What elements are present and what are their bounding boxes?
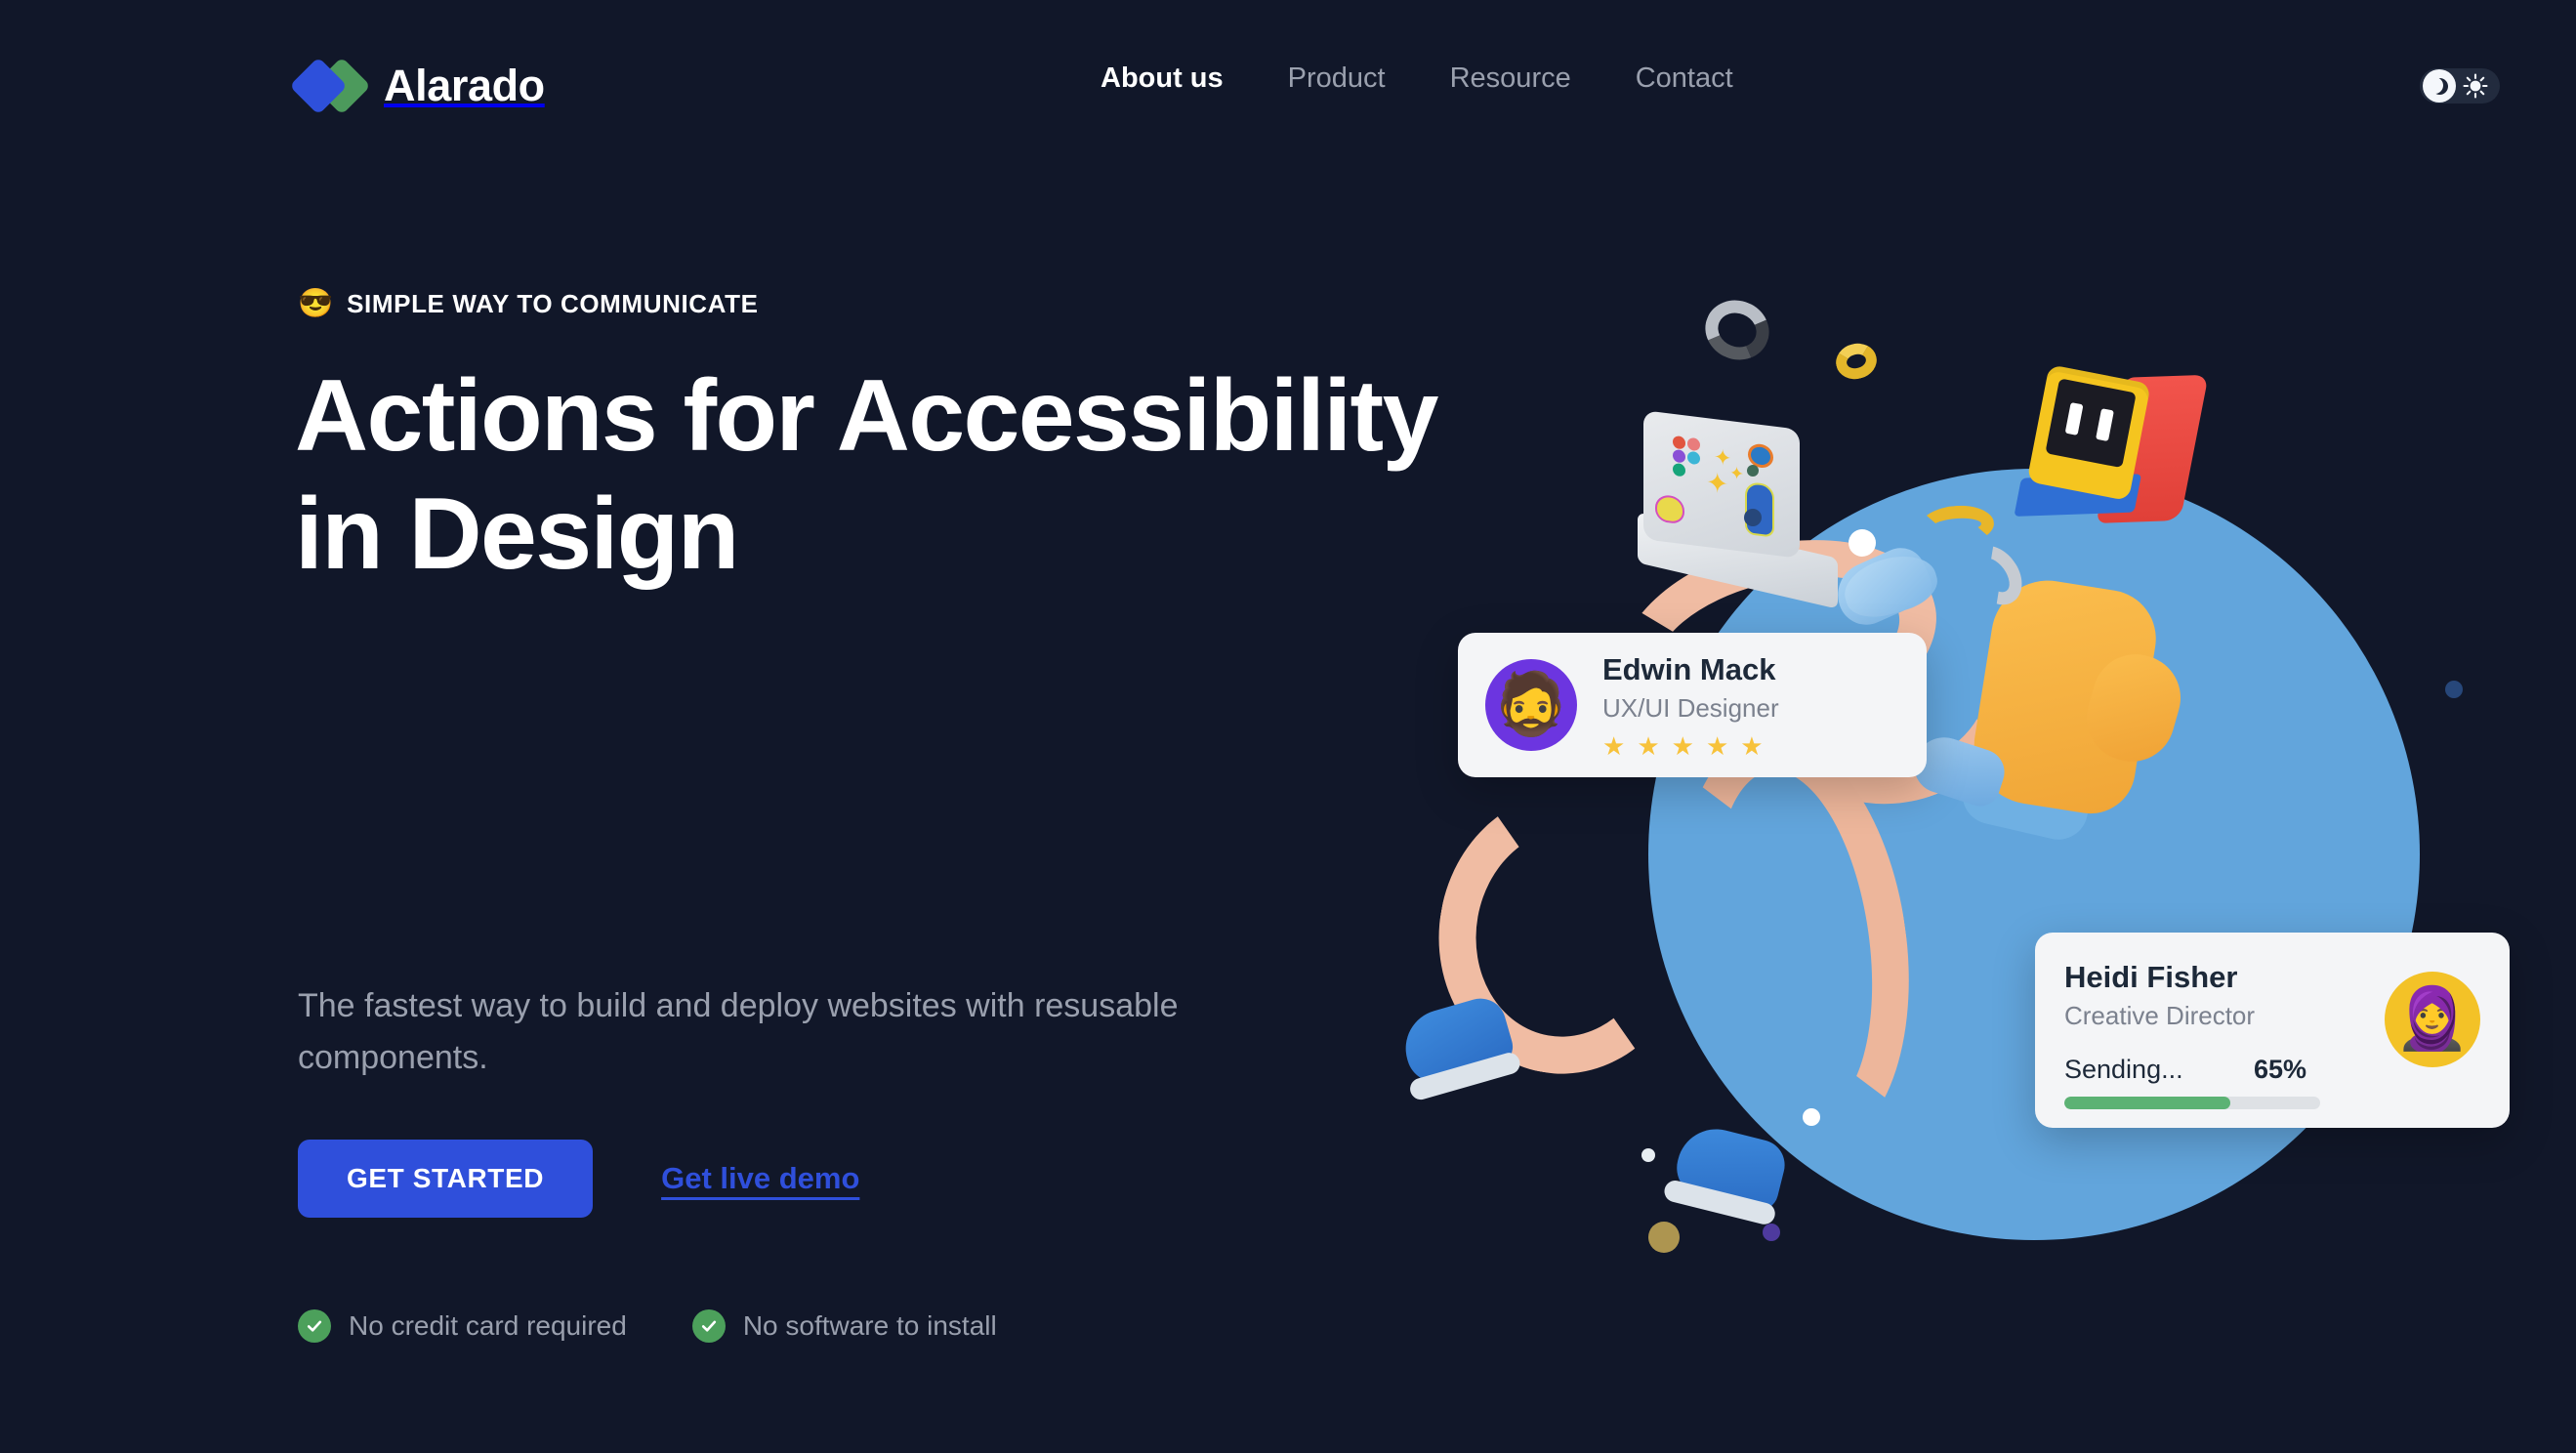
hero-cta-row: GET STARTED Get live demo <box>298 1140 859 1218</box>
theme-toggle-knob <box>2423 69 2456 103</box>
figma-sticker-dot <box>1673 462 1685 477</box>
nav-item-contact[interactable]: Contact <box>1634 57 1735 101</box>
monitor-screen <box>2045 378 2137 469</box>
heidi-progress-row: Sending... 65% <box>2064 1055 2306 1085</box>
star-icon: ★ <box>1602 730 1626 761</box>
edwin-role: UX/UI Designer <box>1602 692 1779 723</box>
nav-item-product[interactable]: Product <box>1286 57 1388 101</box>
decor-dot-green <box>1747 465 1759 477</box>
star-icon: ★ <box>1705 730 1729 761</box>
decor-dot-white-3 <box>1641 1148 1655 1162</box>
heidi-card-body: Heidi Fisher Creative Director Sending..… <box>2064 960 2385 1109</box>
theme-toggle[interactable] <box>2420 68 2500 104</box>
sun-icon <box>2463 73 2488 99</box>
sending-status-label: Sending... <box>2064 1055 2183 1084</box>
avatar-heidi: 🧕 <box>2385 972 2480 1067</box>
star-icon: ★ <box>1637 730 1660 761</box>
brand-name: Alarado <box>384 61 545 110</box>
assurance-label: No software to install <box>742 1310 997 1341</box>
monitor-eye-left <box>2064 402 2084 436</box>
get-started-button[interactable]: GET STARTED <box>298 1140 594 1218</box>
hero-assurances: No credit card required No software to i… <box>298 1309 997 1343</box>
figma-sticker-dot <box>1687 450 1700 466</box>
hero-eyebrow: 😎 SIMPLE WAY TO COMMUNICATE <box>298 289 759 319</box>
figma-sticker-dot <box>1687 436 1700 452</box>
profile-card-edwin[interactable]: 🧔 Edwin Mack UX/UI Designer ★ ★ ★ ★ ★ <box>1458 633 1927 777</box>
moon-icon <box>2426 76 2448 95</box>
assurance-label: No credit card required <box>349 1310 627 1341</box>
sparkle-sticker-icon: ✦ <box>1729 462 1745 484</box>
hero-eyebrow-text: SIMPLE WAY TO COMMUNICATE <box>347 289 759 318</box>
decor-dot-purple <box>1763 1224 1780 1241</box>
assurance-item: No software to install <box>691 1309 997 1343</box>
check-circle-icon <box>691 1309 726 1343</box>
primary-nav: About us Product Resource Contact <box>1099 57 1735 101</box>
avatar-edwin: 🧔 <box>1485 659 1577 751</box>
sparkle-sticker-icon: ✦ <box>1706 467 1729 500</box>
floating-gold-ring <box>1832 339 1881 384</box>
floating-gold-arc <box>1918 503 1996 548</box>
sending-progress-fill <box>2064 1097 2231 1109</box>
doge-sticker-icon <box>1655 493 1684 525</box>
assurance-item: No credit card required <box>298 1309 627 1343</box>
star-icon: ★ <box>1740 730 1764 761</box>
edwin-rating-stars: ★ ★ ★ ★ ★ <box>1602 733 1779 759</box>
decor-dot-white-2 <box>1803 1108 1820 1126</box>
laptop-lid: ✦ ✦ ✦ <box>1643 410 1800 559</box>
alarado-logo-icon <box>289 57 371 115</box>
decor-dot-white <box>1849 529 1876 557</box>
figma-sticker-dot <box>1673 435 1685 450</box>
edwin-name: Edwin Mack <box>1602 651 1776 686</box>
sending-progress-bar <box>2064 1097 2320 1109</box>
decor-dot-gold <box>1648 1222 1680 1253</box>
landing-page: Alarado About us Product Resource Contac… <box>0 0 2576 1453</box>
page-title: Actions for Accessibility in Design <box>295 359 1438 591</box>
top-navbar: Alarado About us Product Resource Contac… <box>0 0 2576 181</box>
decor-dot-navy <box>2445 681 2463 698</box>
brand-logo-link[interactable]: Alarado <box>289 57 545 115</box>
sunglasses-emoji-icon: 😎 <box>298 288 334 319</box>
monitor-eye-right <box>2096 408 2114 442</box>
laptop-icon: ✦ ✦ ✦ <box>1638 410 1839 609</box>
edwin-card-body: Edwin Mack UX/UI Designer ★ ★ ★ ★ ★ <box>1602 652 1779 759</box>
star-icon: ★ <box>1671 730 1694 761</box>
hero-illustration: ✦ ✦ ✦ <box>1396 290 2576 1416</box>
figma-sticker-dot <box>1673 448 1685 464</box>
hero-subheading: The fastest way to build and deploy webs… <box>298 987 1179 1077</box>
heidi-role: Creative Director <box>2064 1001 2256 1030</box>
profile-card-heidi[interactable]: Heidi Fisher Creative Director Sending..… <box>2035 933 2510 1128</box>
nav-item-resource[interactable]: Resource <box>1448 57 1573 101</box>
check-circle-icon <box>298 1309 331 1343</box>
retro-computer-head-icon <box>2014 364 2209 538</box>
floating-silver-ribbon <box>1696 290 1778 370</box>
heidi-name: Heidi Fisher <box>2064 960 2238 994</box>
get-live-demo-link[interactable]: Get live demo <box>661 1161 859 1196</box>
decor-dot-blue <box>1744 509 1762 526</box>
sending-percent-label: 65% <box>2253 1055 2306 1084</box>
character-3d-illustration: ✦ ✦ ✦ <box>1396 290 2576 1416</box>
nav-item-about-us[interactable]: About us <box>1099 57 1226 101</box>
blue-shoe-left <box>1396 992 1517 1090</box>
